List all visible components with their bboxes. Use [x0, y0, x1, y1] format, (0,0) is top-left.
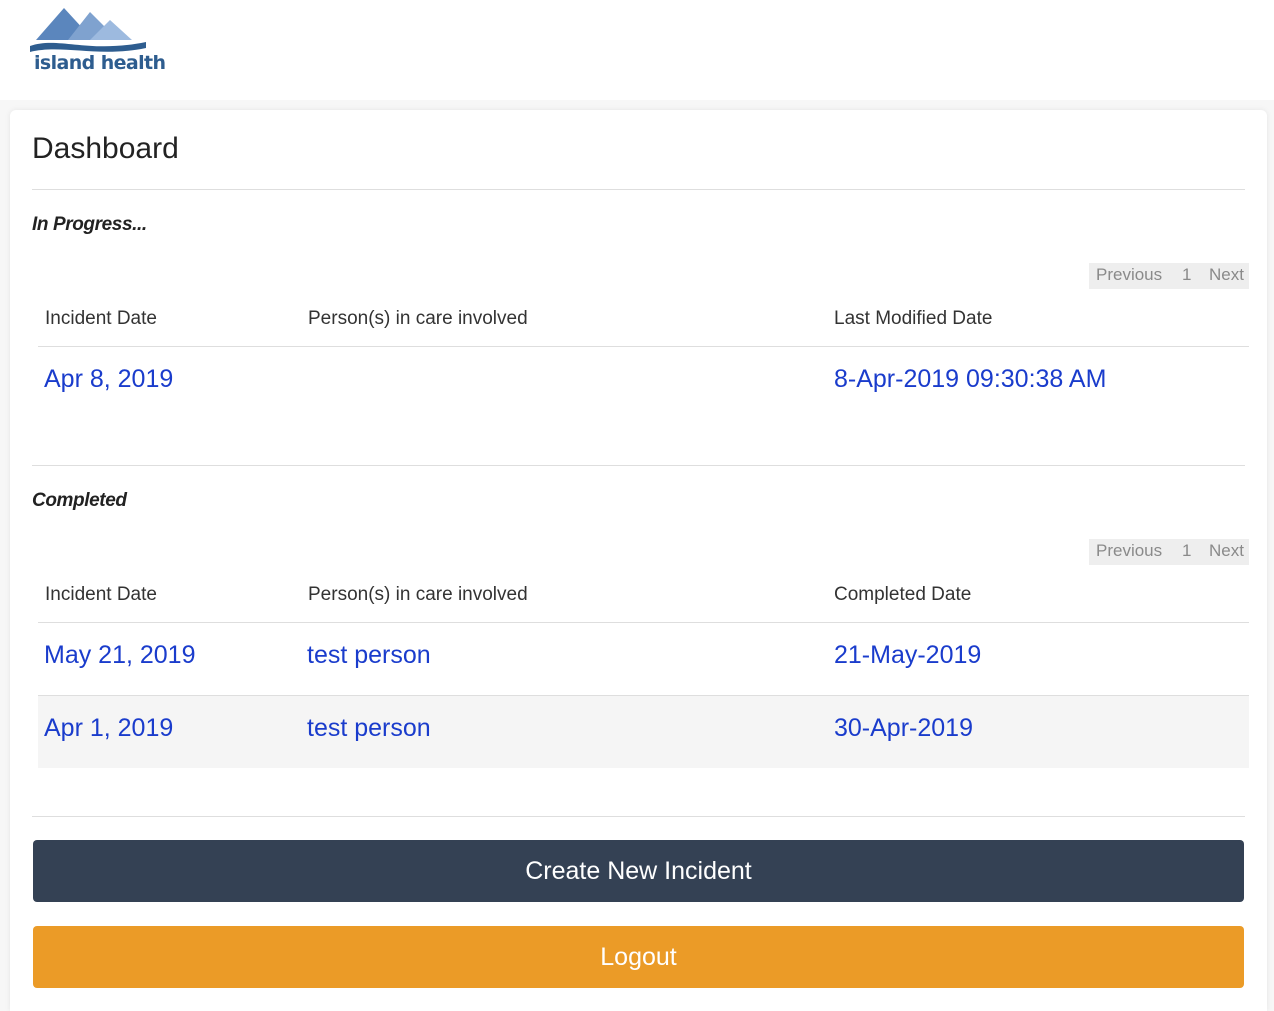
pager-page-1[interactable]: 1	[1182, 265, 1191, 285]
col-header-last-modified[interactable]: Last Modified Date	[834, 308, 992, 330]
divider	[32, 465, 1245, 466]
col-header-persons[interactable]: Person(s) in care involved	[308, 584, 528, 606]
table-row[interactable]: Apr 8, 2019 8-Apr-2019 09:30:38 AM	[38, 346, 1249, 418]
incident-date-link[interactable]: May 21, 2019	[44, 641, 196, 670]
last-modified-link[interactable]: 8-Apr-2019 09:30:38 AM	[834, 365, 1106, 394]
in-progress-pager: Previous 1 Next	[1089, 263, 1249, 289]
completed-date-link[interactable]: 30-Apr-2019	[834, 714, 973, 743]
persons-link[interactable]: test person	[307, 714, 431, 743]
in-progress-title: In Progress...	[32, 214, 147, 235]
pager-next-button[interactable]: Next	[1209, 265, 1244, 285]
app-header: island health	[0, 0, 1274, 100]
dashboard-card: Dashboard In Progress... Previous 1 Next…	[10, 110, 1267, 1011]
col-header-incident-date[interactable]: Incident Date	[45, 308, 157, 330]
completed-pager: Previous 1 Next	[1089, 539, 1249, 565]
table-row[interactable]: Apr 1, 2019 test person 30-Apr-2019	[38, 695, 1249, 768]
completed-date-link[interactable]: 21-May-2019	[834, 641, 981, 670]
divider	[32, 189, 1245, 190]
completed-title: Completed	[32, 490, 127, 511]
table-row[interactable]: May 21, 2019 test person 21-May-2019	[38, 622, 1249, 695]
pager-previous-button[interactable]: Previous	[1096, 265, 1162, 285]
col-header-completed-date[interactable]: Completed Date	[834, 584, 971, 606]
pager-next-button[interactable]: Next	[1209, 541, 1244, 561]
logo-text: island health	[34, 52, 166, 74]
page-title: Dashboard	[32, 132, 179, 165]
create-new-incident-button[interactable]: Create New Incident	[33, 840, 1244, 902]
pager-page-1[interactable]: 1	[1182, 541, 1191, 561]
col-header-persons[interactable]: Person(s) in care involved	[308, 308, 528, 330]
logout-button[interactable]: Logout	[33, 926, 1244, 988]
pager-previous-button[interactable]: Previous	[1096, 541, 1162, 561]
col-header-incident-date[interactable]: Incident Date	[45, 584, 157, 606]
divider	[32, 816, 1245, 817]
incident-date-link[interactable]: Apr 8, 2019	[44, 365, 173, 394]
persons-link[interactable]: test person	[307, 641, 431, 670]
incident-date-link[interactable]: Apr 1, 2019	[44, 714, 173, 743]
